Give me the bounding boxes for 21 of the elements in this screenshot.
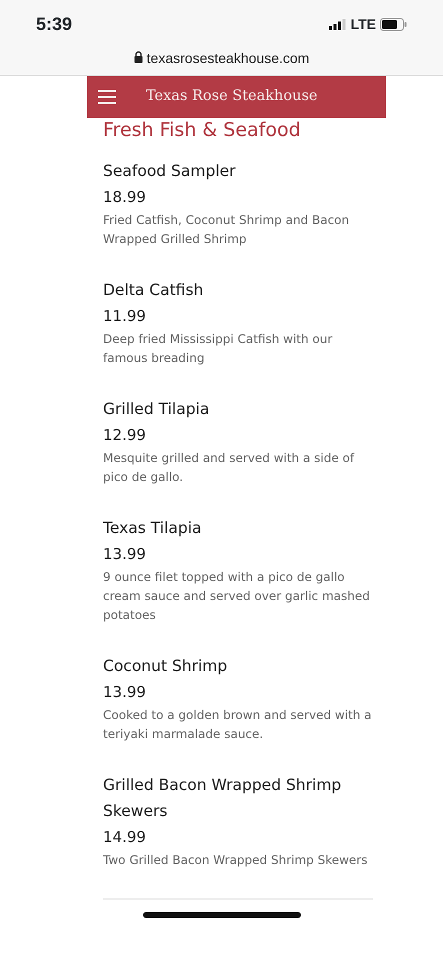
- status-time: 5:39: [36, 12, 72, 36]
- item-name: Grilled Bacon Wrapped Shrimp Skewers: [103, 775, 342, 822]
- item-price: 18.99: [103, 187, 147, 208]
- item-description: Two Grilled Bacon Wrapped Shrimp Skewers: [103, 852, 368, 869]
- item-description: 9 ounce filet topped with a pico de gallo cream sauce and served over garlic mashed potatoes: [103, 569, 371, 624]
- item-price: 13.99: [103, 682, 147, 703]
- item-description: Fried Catfish, Coconut Shrimp and Bacon Wrapped Grilled Shrimp: [103, 212, 350, 248]
- item-name: Grilled Tilapia: [103, 399, 210, 420]
- item-name: Texas Tilapia: [103, 518, 203, 539]
- item-name: Coconut Shrimp: [103, 656, 228, 677]
- item-description: Deep fried Mississippi Catfish with our famous breading: [103, 331, 334, 367]
- item-price: 14.99: [103, 827, 147, 848]
- item-price: 13.99: [103, 544, 147, 565]
- network-label: LTE: [350, 14, 376, 34]
- item-price: 11.99: [103, 306, 147, 327]
- section-heading: Fresh Fish & Seafood: [103, 118, 302, 142]
- item-name: Delta Catfish: [103, 280, 204, 301]
- item-price: 12.99: [103, 425, 147, 446]
- item-name: Seafood Sampler: [103, 161, 237, 182]
- item-description: Mesquite grilled and served with a side of pico de gallo.: [103, 450, 356, 486]
- item-description: Cooked to a golden brown and served with a teriyaki marmalade sauce.: [103, 707, 373, 743]
